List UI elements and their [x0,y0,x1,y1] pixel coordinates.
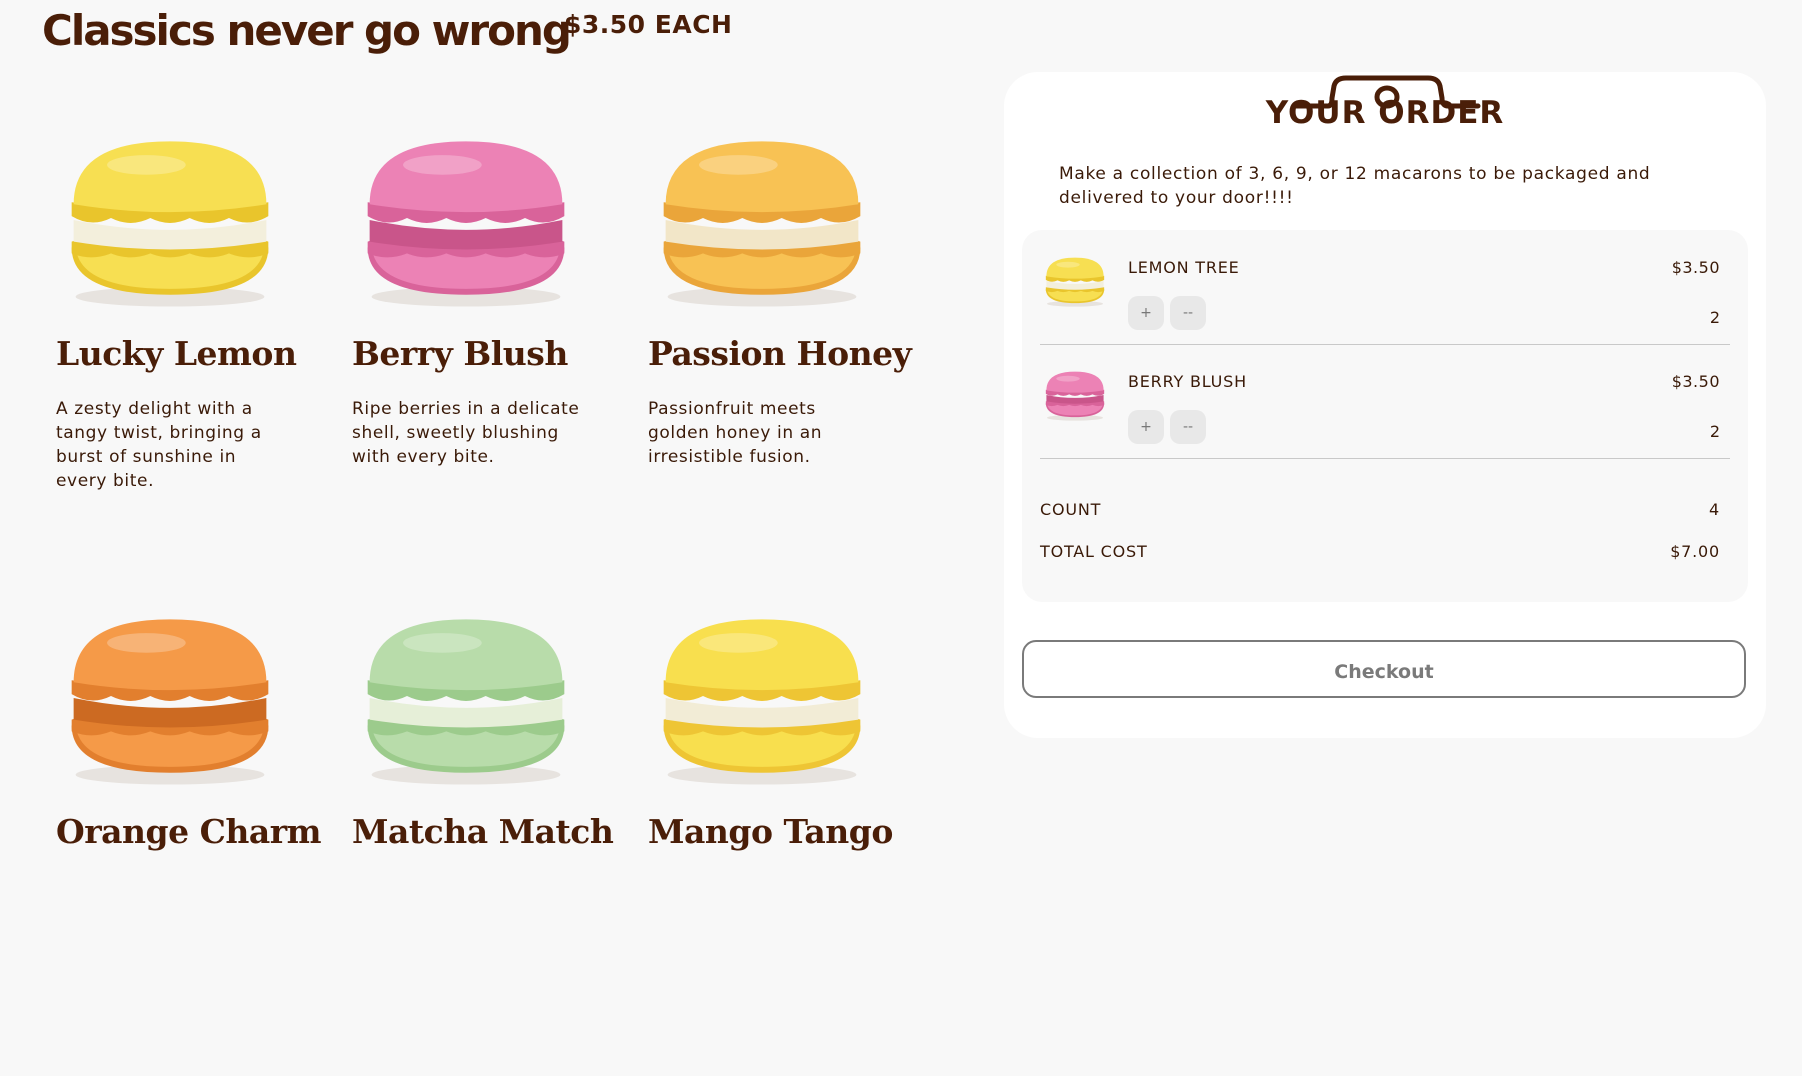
product-name: Matcha Match [352,812,614,851]
decrease-quantity-button[interactable]: -- [1170,296,1206,330]
order-item: LEMON TREE $3.50 + -- 2 [1040,230,1730,345]
product-name: Lucky Lemon [56,334,297,373]
increase-quantity-button[interactable]: + [1128,296,1164,330]
order-item-thumbnail [1040,364,1110,426]
macaron-image [348,120,584,320]
order-item: BERRY BLUSH $3.50 + -- 2 [1040,344,1730,459]
order-item-name: LEMON TREE [1128,258,1240,277]
product-card[interactable]: Berry Blush Ripe berries in a delicate s… [352,120,648,598]
order-item-name: BERRY BLUSH [1128,372,1247,391]
order-item-quantity: 2 [1709,422,1720,441]
checkout-button[interactable]: Checkout [1022,640,1746,698]
total-value: $7.00 [1670,542,1720,561]
order-item-quantity: 2 [1709,308,1720,327]
product-grid: Lucky Lemon A zesty delight with a tangy… [56,120,926,1076]
count-label: COUNT [1040,500,1102,519]
product-card[interactable]: Passion Honey Passionfruit meets golden … [648,120,944,598]
order-item-price: $3.50 [1671,372,1720,391]
product-description: Ripe berries in a delicate shell, sweetl… [352,399,580,467]
order-title: YOUR ORDER [1265,95,1505,131]
product-name: Orange Charm [56,812,322,851]
macaron-image [644,120,880,320]
order-description: Make a collection of 3, 6, 9, or 12 maca… [1059,164,1651,208]
product-name: Mango Tango [648,812,893,851]
page-title: Classics never go wrong [42,6,572,55]
macaron-image [644,598,880,798]
product-card[interactable]: Matcha Match [352,598,648,1076]
product-description: A zesty delight with a tangy twist, brin… [56,399,262,491]
order-item-price: $3.50 [1671,258,1720,277]
product-name: Berry Blush [352,334,568,373]
increase-quantity-button[interactable]: + [1128,410,1164,444]
product-card[interactable]: Orange Charm [56,598,352,1076]
product-name: Passion Honey [648,334,912,373]
decrease-quantity-button[interactable]: -- [1170,410,1206,444]
count-row: COUNT 4 [1040,500,1720,519]
macaron-image [348,598,584,798]
count-value: 4 [1709,500,1720,519]
total-label: TOTAL COST [1040,542,1148,561]
macaron-image [52,120,288,320]
order-items-box: LEMON TREE $3.50 + -- 2 BERRY BLUSH $3.5… [1022,230,1748,602]
price-each-label: $3.50 EACH [564,10,733,39]
total-row: TOTAL COST $7.00 [1040,542,1720,561]
order-item-thumbnail [1040,250,1110,312]
product-card[interactable]: Lucky Lemon A zesty delight with a tangy… [56,120,352,598]
product-description: Passionfruit meets golden honey in an ir… [648,399,823,467]
product-card[interactable]: Mango Tango [648,598,944,1076]
order-panel: YOUR ORDER Make a collection of 3, 6, 9,… [1004,72,1766,738]
macaron-image [52,598,288,798]
